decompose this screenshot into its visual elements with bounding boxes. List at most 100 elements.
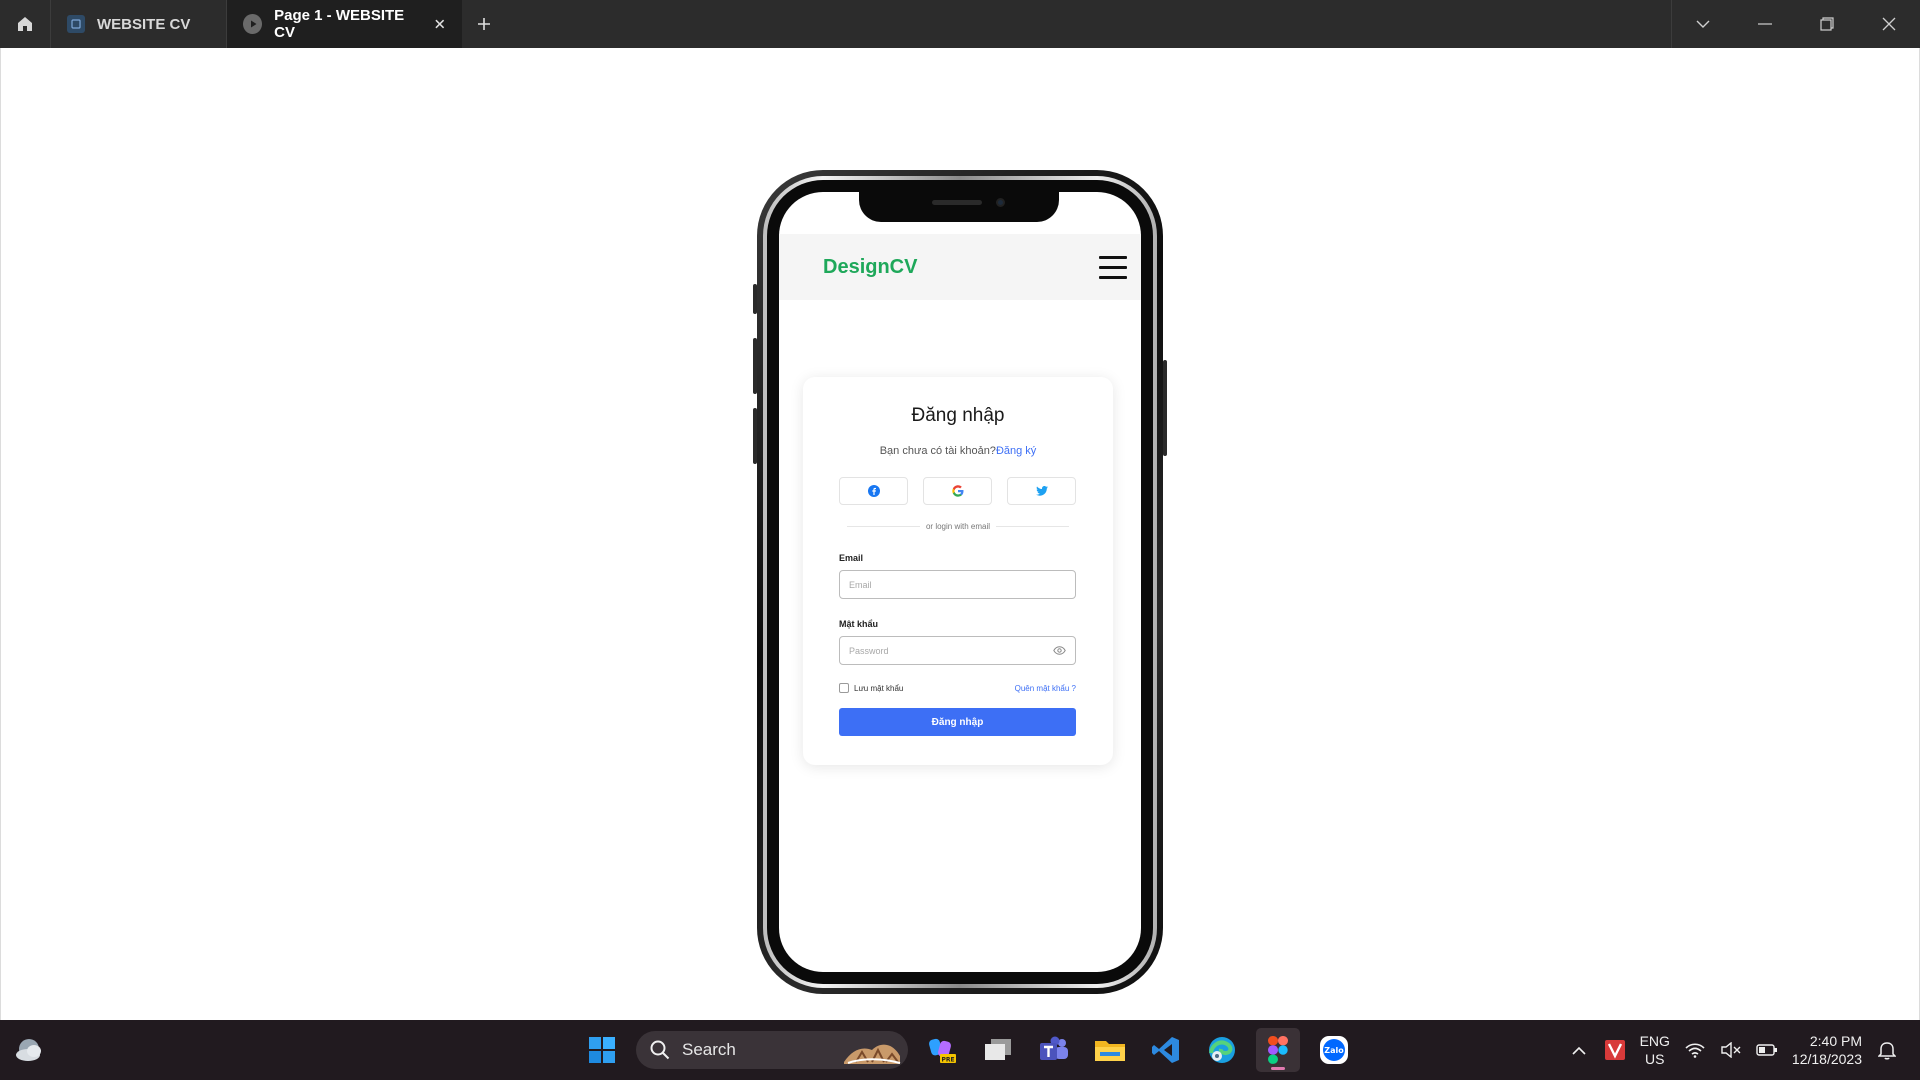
search-highlight-art-icon [844, 1044, 901, 1064]
close-window-button[interactable] [1858, 0, 1920, 48]
battery-status[interactable] [1756, 1039, 1778, 1061]
plus-icon [478, 18, 490, 30]
login-submit-button[interactable]: Đăng nhập [839, 708, 1076, 736]
start-button[interactable] [580, 1028, 624, 1072]
clock-date: 12/18/2023 [1791, 1051, 1862, 1067]
figma-icon [1268, 1036, 1288, 1064]
email-label: Email [839, 553, 864, 563]
title-bar: WEBSITE CV Page 1 - WEBSITE CV [0, 0, 1920, 48]
vscode-icon [1152, 1037, 1179, 1063]
search-placeholder: Search [682, 1040, 736, 1059]
bell-icon [1878, 1042, 1896, 1060]
copilot-icon: PRE [929, 1038, 956, 1064]
home-icon [18, 17, 32, 31]
tab-label: Page 1 - WEBSITE CV [274, 7, 405, 41]
battery-icon [1756, 1044, 1777, 1056]
remember-checkbox[interactable] [839, 683, 849, 693]
divider-text: or login with email [925, 522, 991, 531]
taskbar: Search PRE Zalo ENG US 2:40 PM 12/18/202… [0, 1020, 1920, 1080]
clock[interactable]: 2:40 PM 12/18/2023 [1792, 1032, 1862, 1068]
tab-website-cv[interactable]: WEBSITE CV [51, 0, 227, 48]
taskbar-explorer[interactable] [1088, 1028, 1132, 1072]
remember-label: Lưu mật khẩu [854, 683, 904, 693]
logo[interactable]: DesignCV [823, 256, 917, 279]
vivaldi-tray-icon[interactable] [1604, 1039, 1626, 1061]
phone-screen: DesignCV Đăng nhập Bạn chưa có tài khoản… [779, 192, 1141, 972]
forgot-password-link[interactable]: Quên mật khẩu ? [1015, 684, 1076, 693]
svg-text:Zalo: Zalo [1324, 1046, 1344, 1055]
notifications-button[interactable] [1876, 1039, 1898, 1061]
start-icon [589, 1037, 615, 1063]
wifi-status[interactable] [1684, 1039, 1706, 1061]
search-icon [650, 1040, 670, 1060]
taskbar-apps: Search PRE Zalo [580, 1020, 1356, 1080]
taskbar-vscode[interactable] [1144, 1028, 1188, 1072]
menu-icon[interactable] [1099, 255, 1127, 279]
new-tab-button[interactable] [462, 0, 506, 48]
tabs-dropdown-button[interactable] [1672, 0, 1734, 48]
email-placeholder: Email [849, 579, 872, 590]
register-link[interactable]: Đăng ký [996, 445, 1036, 457]
phone-frame: DesignCV Đăng nhập Bạn chưa có tài khoản… [753, 170, 1167, 994]
login-title: Đăng nhập [911, 405, 1005, 426]
taskbar-zalo[interactable]: Zalo [1312, 1028, 1356, 1072]
volume-status[interactable] [1720, 1039, 1742, 1061]
password-placeholder: Password [849, 645, 889, 656]
eye-icon[interactable] [1053, 646, 1066, 655]
v-app-icon [1604, 1040, 1625, 1060]
chevron-down-icon [1696, 20, 1710, 28]
zalo-icon: Zalo [1320, 1036, 1348, 1064]
chevron-up-icon [1572, 1046, 1586, 1055]
register-prompt: Bạn chưa có tài khoản?Đăng ký [803, 445, 1113, 457]
show-hidden-icons-button[interactable] [1568, 1039, 1590, 1061]
google-login-button[interactable] [923, 477, 992, 505]
password-field[interactable]: Password [839, 636, 1076, 665]
teams-icon [1040, 1036, 1068, 1060]
twitter-login-button[interactable] [1007, 477, 1076, 505]
social-login-row [839, 477, 1076, 505]
facebook-icon [867, 485, 880, 497]
taskbar-figma[interactable] [1256, 1028, 1300, 1072]
register-prompt-text: Bạn chưa có tài khoản? [879, 445, 996, 457]
file-icon [67, 15, 85, 33]
home-button[interactable] [0, 0, 51, 48]
file-manager-icon [985, 1039, 1011, 1060]
google-icon [951, 485, 963, 497]
play-icon [243, 14, 263, 34]
tab-label: WEBSITE CV [97, 15, 191, 33]
email-field[interactable]: Email [839, 570, 1076, 599]
password-label: Mật khẩu [839, 619, 879, 629]
taskbar-search[interactable]: Search [636, 1031, 908, 1069]
twitter-icon [1035, 486, 1048, 496]
taskbar-edge[interactable] [1200, 1028, 1244, 1072]
taskbar-copilot[interactable]: PRE [920, 1028, 964, 1072]
close-window-icon [1882, 17, 1896, 31]
region-code: US [1645, 1051, 1665, 1067]
minimize-icon [1758, 23, 1772, 25]
restore-icon [1820, 17, 1834, 31]
edge-icon [1209, 1037, 1235, 1063]
email-divider: or login with email [847, 522, 1069, 531]
remember-password[interactable]: Lưu mật khẩu [839, 683, 903, 693]
taskbar-teams[interactable] [1032, 1028, 1076, 1072]
volume-muted-icon [1721, 1042, 1741, 1058]
weather-icon[interactable] [14, 1036, 44, 1064]
login-card: Đăng nhập Bạn chưa có tài khoản?Đăng ký [803, 377, 1113, 765]
phone-notch [859, 192, 1059, 222]
wifi-icon [1685, 1043, 1705, 1058]
facebook-login-button[interactable] [839, 477, 908, 505]
restore-button[interactable] [1796, 0, 1858, 48]
app-header: DesignCV [779, 234, 1141, 300]
minimize-button[interactable] [1734, 0, 1796, 48]
close-icon[interactable] [434, 18, 446, 30]
system-tray: ENG US 2:40 PM 12/18/2023 [1568, 1020, 1920, 1080]
tab-page-1[interactable]: Page 1 - WEBSITE CV [227, 0, 462, 48]
taskbar-file-manager[interactable] [976, 1028, 1020, 1072]
language-code: ENG [1639, 1033, 1670, 1049]
explorer-icon [1095, 1041, 1125, 1061]
login-options-row: Lưu mật khẩu Quên mật khẩu ? [839, 683, 1076, 693]
clock-time: 2:40 PM [1809, 1033, 1862, 1049]
svg-text:PRE: PRE [941, 1057, 954, 1064]
prototype-canvas: DesignCV Đăng nhập Bạn chưa có tài khoản… [0, 48, 1920, 1020]
language-indicator[interactable]: ENG US [1640, 1032, 1670, 1068]
